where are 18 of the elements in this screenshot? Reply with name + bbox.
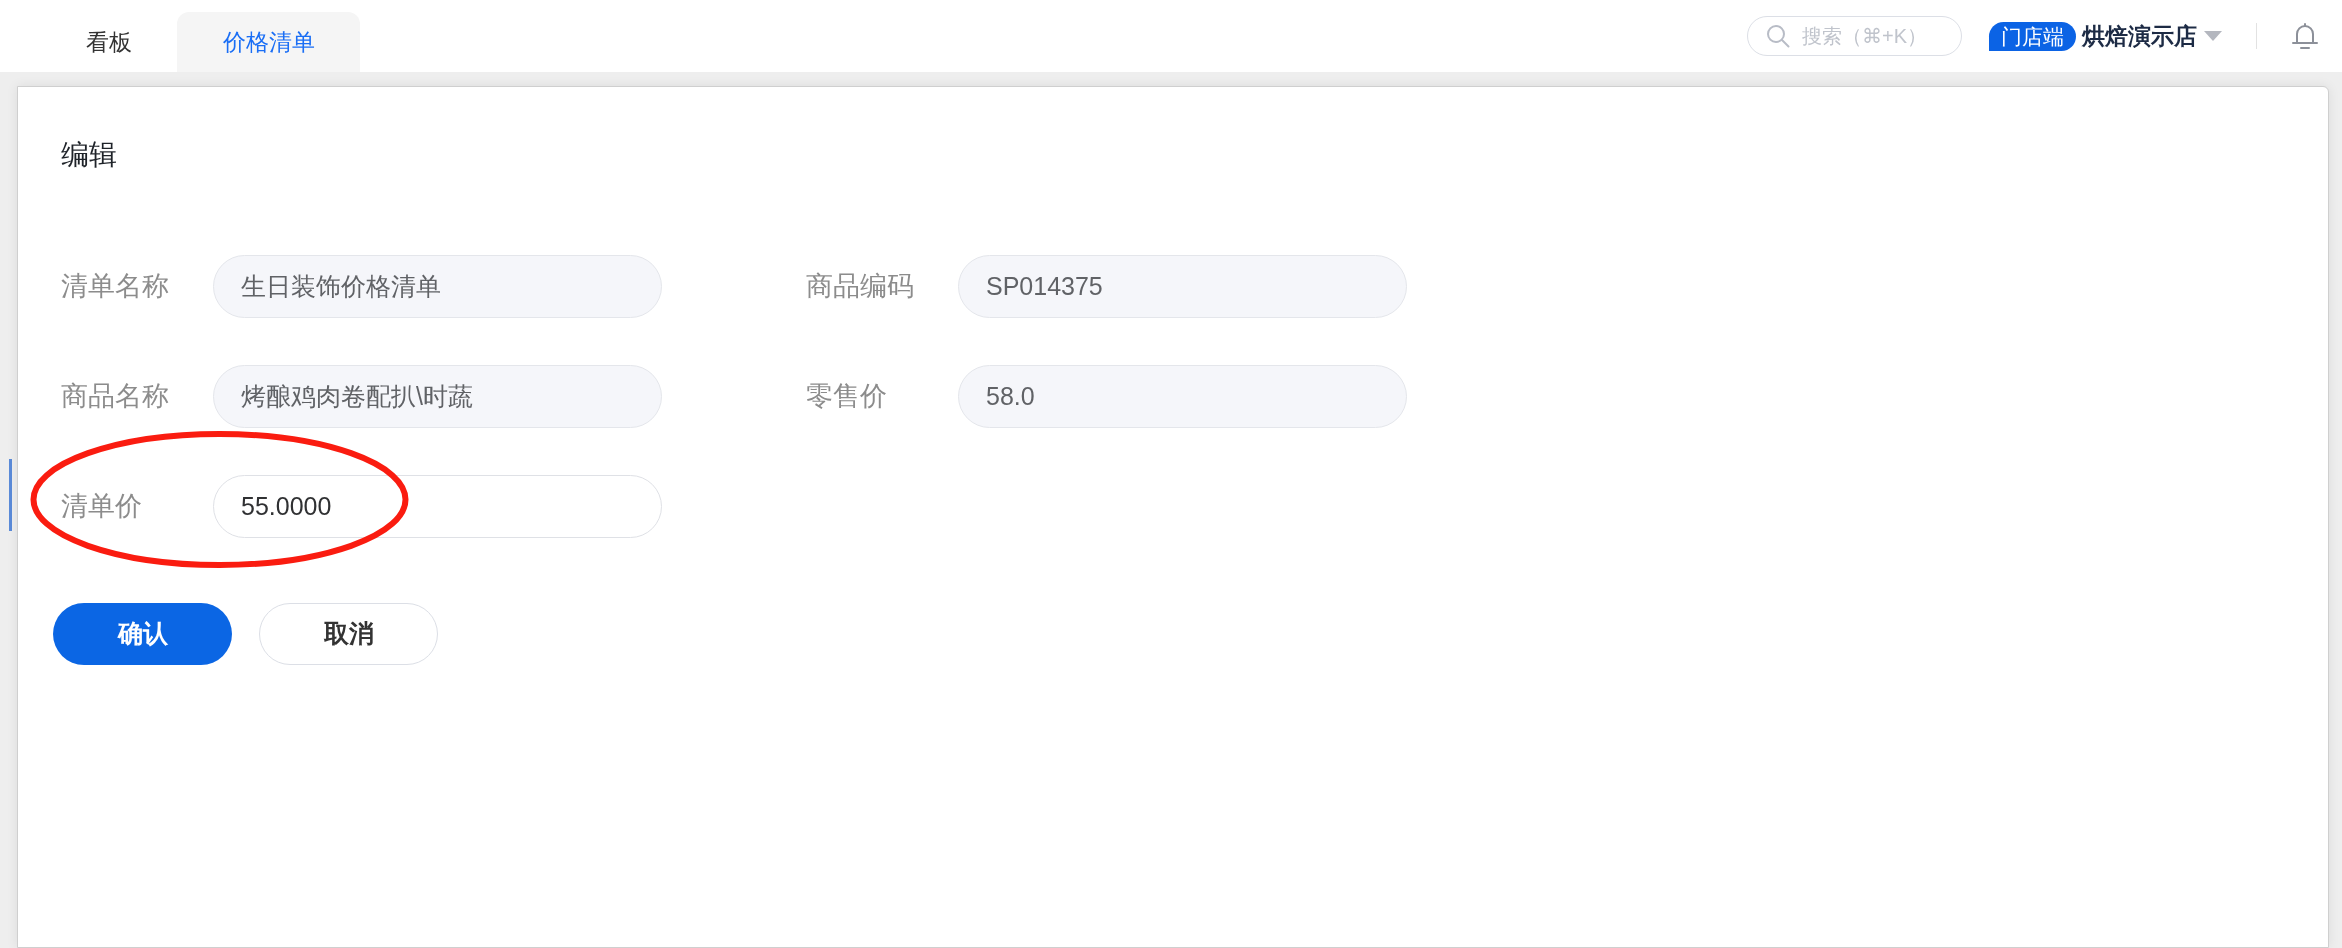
tab[interactable]: 价格清单 (177, 12, 360, 72)
field-label: 清单价 (61, 490, 143, 524)
cancel-button[interactable]: 取消 (259, 603, 438, 665)
caret-icon[interactable] (2204, 31, 2222, 41)
search-icon (1766, 24, 1790, 48)
tab[interactable]: 看板 (40, 12, 177, 72)
search-field[interactable]: 搜索（⌘+K） (1747, 16, 1962, 56)
confirm-button[interactable]: 确认 (53, 603, 232, 665)
input-field[interactable]: 55.0000 (213, 475, 662, 538)
field-label: 商品编码 (806, 270, 915, 304)
store-type-badge: 门店端 (1989, 21, 2076, 51)
dialog-title: 编辑 (61, 141, 117, 169)
field-label: 商品名称 (61, 380, 170, 414)
selection-marker (9, 459, 12, 531)
store-name[interactable]: 烘焙演示店 (2082, 24, 2197, 48)
bell-icon[interactable] (2291, 22, 2319, 50)
field-label: 零售价 (806, 380, 888, 414)
field-label: 清单名称 (61, 270, 170, 304)
